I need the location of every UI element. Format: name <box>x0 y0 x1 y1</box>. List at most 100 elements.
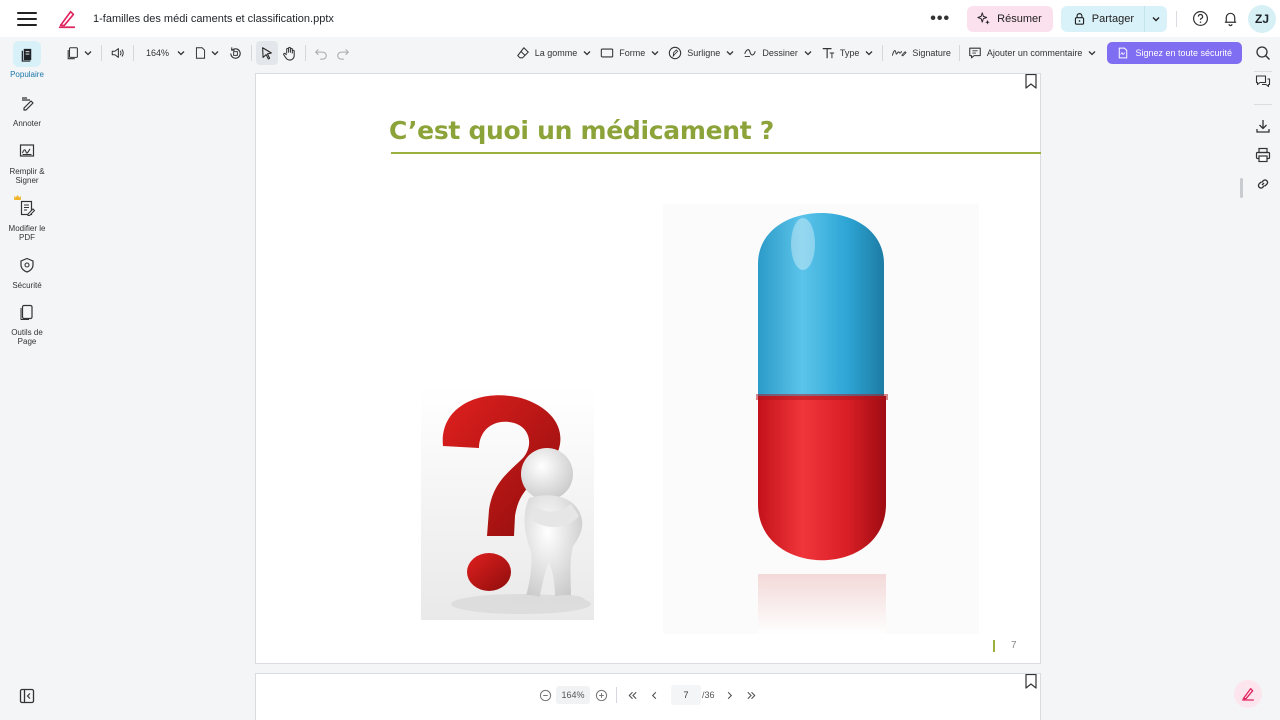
total-pages: /36 <box>702 690 715 700</box>
scrollbar-thumb[interactable] <box>1240 178 1243 198</box>
share-button[interactable]: Partager <box>1060 5 1167 32</box>
slide-title: C’est quoi un médicament ? <box>389 116 775 145</box>
signature-icon <box>892 50 907 57</box>
divider <box>1254 71 1272 72</box>
divider <box>251 45 253 61</box>
sidebar-item-popular[interactable]: Populaire <box>0 41 54 79</box>
search-icon[interactable] <box>1255 45 1271 61</box>
sidebar-item-label: Sécurité <box>12 281 42 290</box>
download-icon[interactable] <box>1255 118 1271 134</box>
summarize-button[interactable]: Résumer <box>967 5 1053 32</box>
page-number-marker <box>993 640 995 652</box>
sidebar-item-label: Modifier le PDF <box>8 224 46 242</box>
redo-icon <box>337 49 350 60</box>
zoom-out-icon[interactable] <box>534 684 556 706</box>
shape-tool-dropdown[interactable]: Forme <box>596 41 664 65</box>
draw-icon <box>744 49 757 57</box>
sidebar-item-label: Annoter <box>12 119 42 128</box>
add-comment-dropdown[interactable]: Ajouter un commentaire <box>964 41 1102 65</box>
crown-icon <box>14 195 21 200</box>
page-navigation-bar: 164% 7 /36 <box>534 683 763 707</box>
more-options-icon[interactable]: ••• <box>925 10 955 27</box>
sidebar-item-label: Populaire <box>10 70 44 79</box>
signature-button[interactable]: Signature <box>887 41 955 65</box>
app-header: 1-familles des médi caments et classific… <box>0 0 1280 37</box>
speaker-icon <box>111 48 124 58</box>
divider <box>101 45 102 61</box>
cursor-icon <box>262 47 272 60</box>
comment-label: Ajouter un commentaire <box>986 48 1083 58</box>
type-label: Type <box>839 48 860 58</box>
print-icon[interactable] <box>1255 147 1271 163</box>
highlight-tool-dropdown[interactable]: Surligne <box>664 41 739 65</box>
comments-panel-icon[interactable] <box>1255 74 1271 90</box>
sign-securely-button[interactable]: Signez en toute sécurité <box>1107 42 1242 64</box>
draw-tool-dropdown[interactable]: Dessiner <box>739 41 817 65</box>
rotate-button[interactable] <box>224 41 247 65</box>
eraser-tool-dropdown[interactable]: La gomme <box>512 41 597 65</box>
last-page-icon[interactable] <box>741 684 763 706</box>
first-page-icon[interactable] <box>621 684 643 706</box>
zoom-dropdown[interactable]: 164% <box>138 41 190 65</box>
rectangle-icon <box>601 48 614 58</box>
highlight-label: Surligne <box>687 48 721 58</box>
app-logo-icon <box>1242 688 1254 701</box>
sidebar-item-annotate[interactable]: Annoter <box>0 90 54 128</box>
text-type-dropdown[interactable]: Type <box>817 41 879 65</box>
sign-icon <box>13 138 41 164</box>
document-title: 1-familles des médi caments et classific… <box>93 12 334 25</box>
hand-tool-button[interactable] <box>278 41 301 65</box>
help-icon[interactable] <box>1186 5 1214 33</box>
zoom-level: 164% <box>146 48 170 58</box>
collapse-sidebar-icon[interactable] <box>19 688 35 704</box>
pdf-page[interactable]: C’est quoi un médicament ? 7 <box>255 73 1041 664</box>
sidebar-item-security[interactable]: Sécurité <box>0 252 54 290</box>
divider <box>616 687 617 703</box>
divider <box>1254 104 1272 105</box>
sign-securely-label: Signez en toute sécurité <box>1135 48 1232 58</box>
signature-label: Signature <box>912 48 951 58</box>
pages-icon <box>13 299 41 325</box>
read-aloud-button[interactable] <box>106 41 129 65</box>
divider <box>305 45 307 61</box>
question-mark-figure-image <box>421 386 594 620</box>
bookmark-icon[interactable] <box>1025 674 1037 689</box>
zoom-in-icon[interactable] <box>590 684 612 706</box>
share-dropdown-caret[interactable] <box>1144 5 1167 32</box>
bookmark-icon[interactable] <box>1025 74 1037 89</box>
undo-button[interactable] <box>310 41 332 65</box>
user-avatar[interactable]: ZJ <box>1248 4 1276 33</box>
divider <box>1176 10 1177 27</box>
assistant-fab-button[interactable] <box>1234 680 1262 708</box>
page-icon <box>195 47 206 59</box>
page-view-dropdown[interactable] <box>62 41 97 65</box>
title-underline <box>391 152 1041 154</box>
hand-icon <box>283 46 295 61</box>
sidebar-item-fill-sign[interactable]: Remplir & Signer <box>0 138 54 185</box>
page-layout-dropdown[interactable] <box>190 41 224 65</box>
draw-label: Dessiner <box>762 48 798 58</box>
sidebar-item-page-tools[interactable]: Outils de Page <box>0 299 54 346</box>
previous-page-icon[interactable] <box>643 684 665 706</box>
redo-button[interactable] <box>332 41 354 65</box>
sparkle-icon <box>977 11 990 25</box>
link-icon[interactable] <box>1255 176 1271 192</box>
chevron-down-icon <box>865 51 873 56</box>
slide-page-number: 7 <box>1011 640 1017 651</box>
menu-icon[interactable] <box>17 11 37 26</box>
undo-icon <box>315 49 327 60</box>
divider <box>133 45 134 61</box>
shield-icon <box>13 252 41 278</box>
current-page-input[interactable]: 7 <box>671 685 701 705</box>
notification-bell-icon[interactable] <box>1216 5 1244 33</box>
eraser-icon <box>516 47 529 59</box>
next-page-icon[interactable] <box>719 684 741 706</box>
app-logo-icon[interactable] <box>56 8 78 30</box>
chevron-down-icon <box>84 51 92 56</box>
sidebar-item-edit-pdf[interactable]: Modifier le PDF <box>0 195 54 242</box>
divider <box>958 45 960 61</box>
sidebar-item-label: Remplir & Signer <box>9 167 45 185</box>
select-tool-button[interactable] <box>256 41 279 65</box>
summarize-label: Résumer <box>997 12 1042 25</box>
secure-sign-icon <box>1119 47 1128 59</box>
